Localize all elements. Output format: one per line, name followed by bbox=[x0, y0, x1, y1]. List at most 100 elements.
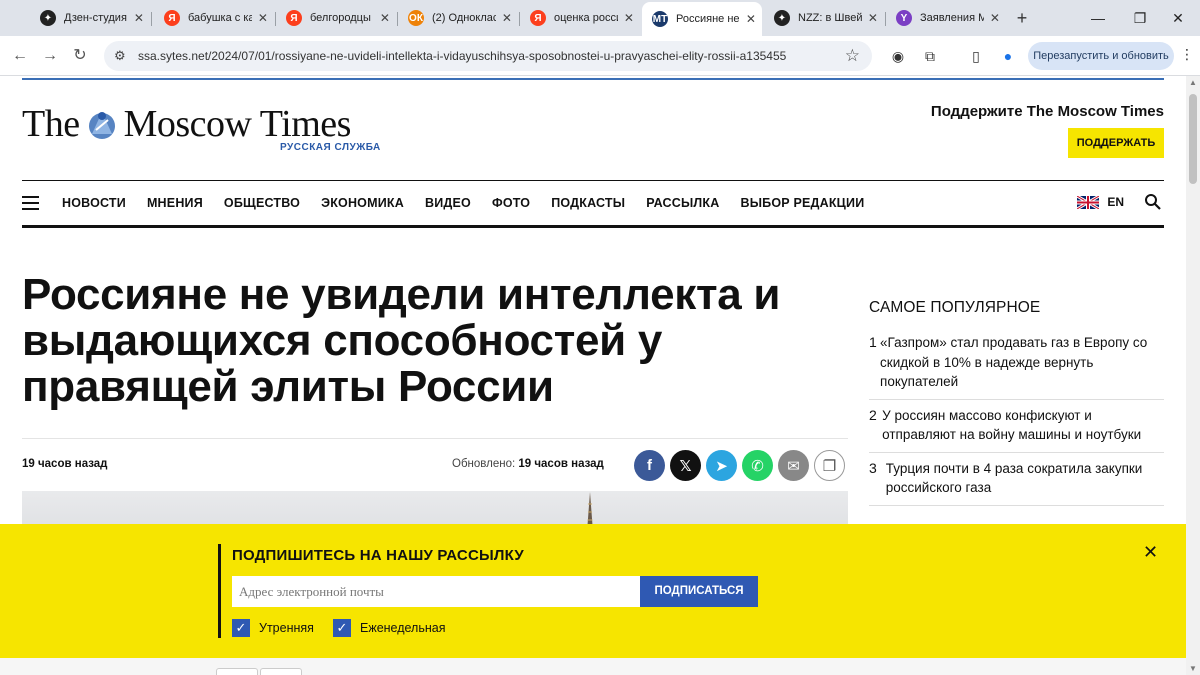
tab-title: Россияне не увидели bbox=[676, 13, 740, 25]
side-panel-icon[interactable]: ▯ bbox=[966, 46, 986, 66]
newsletter-title: ПОДПИШИТЕСЬ НА НАШУ РАССЫЛКУ bbox=[232, 547, 524, 564]
mt-icon: MT bbox=[652, 11, 668, 27]
translate-icon[interactable]: ◉ bbox=[888, 46, 908, 66]
tab-title: оценка россиян bbox=[554, 12, 618, 24]
email-share-icon[interactable]: ✉ bbox=[778, 450, 809, 481]
nav-item[interactable]: ОБЩЕСТВО bbox=[224, 196, 300, 210]
tab-close-icon[interactable]: ✕ bbox=[258, 11, 268, 25]
telegram-share-icon[interactable]: ➤ bbox=[706, 450, 737, 481]
extensions-puzzle-icon[interactable]: ⧉ bbox=[920, 46, 940, 66]
most-popular-sidebar: САМОЕ ПОПУЛЯРНОЕ 1 «Газпром» стал продава… bbox=[869, 299, 1164, 520]
email-input[interactable] bbox=[232, 576, 640, 607]
morning-checkbox[interactable]: ✓ Утренняя bbox=[232, 619, 314, 637]
hamburger-menu-icon[interactable] bbox=[22, 196, 39, 214]
nav-items: НОВОСТИ МНЕНИЯ ОБЩЕСТВО ЭКОНОМИКА ВИДЕО ФОТО П… bbox=[62, 181, 885, 225]
bottom-strip bbox=[0, 658, 1186, 675]
share-buttons: f 𝕏 ➤ ✆ ✉ ❐ bbox=[634, 450, 850, 481]
updated-label: Обновлено: bbox=[452, 458, 516, 470]
url-text[interactable]: ssa.sytes.net/2024/07/01/rossiyane-ne-uv… bbox=[138, 49, 786, 63]
dzen-icon: ✦ bbox=[774, 10, 790, 26]
checkbox-checked-icon[interactable]: ✓ bbox=[333, 619, 351, 637]
search-icon[interactable] bbox=[1144, 193, 1162, 211]
site-info-icon[interactable]: ⚙ bbox=[114, 48, 126, 64]
x-share-icon[interactable]: 𝕏 bbox=[670, 450, 701, 481]
tab-close-icon[interactable]: ✕ bbox=[624, 11, 634, 25]
nav-item[interactable]: РАССЫЛКА bbox=[646, 196, 719, 210]
scrollbar-thumb[interactable] bbox=[1189, 94, 1197, 184]
page-scrollbar[interactable]: ▲ ▼ bbox=[1186, 76, 1200, 675]
list-item[interactable]: 2 У россиян массово конфискуют и отправля… bbox=[869, 400, 1164, 453]
tab-title: NZZ: в Швейцарии bbox=[798, 12, 862, 24]
support-text: Поддержите The Moscow Times bbox=[930, 103, 1164, 120]
address-bar[interactable]: ⚙ ssa.sytes.net/2024/07/01/rossiyane-ne-… bbox=[104, 41, 872, 71]
tab-close-icon[interactable]: ✕ bbox=[868, 11, 878, 25]
browser-tab[interactable]: ОК (2) Одноклассники ✕ bbox=[398, 4, 518, 32]
uk-flag-icon bbox=[1077, 195, 1100, 209]
nav-item[interactable]: МНЕНИЯ bbox=[147, 196, 203, 210]
browser-tab[interactable]: MT Россияне не увидели ✕ bbox=[642, 2, 762, 36]
close-window-icon[interactable]: ✕ bbox=[1168, 8, 1188, 28]
tab-separator bbox=[151, 12, 152, 26]
browser-tab[interactable]: Ябелгородцы ✕ bbox=[276, 4, 396, 32]
list-item-link[interactable]: У россиян массово конфискуют и отправляю… bbox=[882, 406, 1164, 445]
list-item[interactable]: 1 «Газпром» стал продавать газ в Европу с… bbox=[869, 327, 1164, 400]
whatsapp-share-icon[interactable]: ✆ bbox=[742, 450, 773, 481]
new-tab-button[interactable]: + bbox=[1012, 8, 1032, 28]
profile-avatar-icon[interactable]: ● bbox=[998, 46, 1018, 66]
yandex-icon: Я bbox=[286, 10, 302, 26]
most-popular-list: 1 «Газпром» стал продавать газ в Европу с… bbox=[869, 327, 1164, 506]
newsletter-accent-bar bbox=[218, 544, 221, 638]
nav-item[interactable]: ВЫБОР РЕДАКЦИИ bbox=[740, 196, 864, 210]
morning-label: Утренняя bbox=[259, 621, 314, 635]
ok-icon: ОК bbox=[408, 10, 424, 26]
subscribe-button[interactable]: ПОДПИСАТЬСЯ bbox=[640, 576, 758, 607]
list-item-link[interactable]: «Газпром» стал продавать газ в Европу со… bbox=[880, 333, 1164, 392]
nav-item[interactable]: НОВОСТИ bbox=[62, 196, 126, 210]
yandex-icon: Я bbox=[164, 10, 180, 26]
list-item-number: 1 bbox=[869, 334, 877, 350]
restore-window-icon[interactable]: ❐ bbox=[1130, 8, 1150, 28]
tab-close-icon[interactable]: ✕ bbox=[380, 11, 390, 25]
nav-item[interactable]: ЭКОНОМИКА bbox=[321, 196, 404, 210]
language-switch[interactable]: EN bbox=[1077, 195, 1124, 209]
newsletter-banner: ПОДПИШИТЕСЬ НА НАШУ РАССЫЛКУ ПОДПИСАТЬСЯ… bbox=[0, 524, 1186, 658]
top-accent-line bbox=[22, 78, 1164, 80]
scroll-up-arrow-icon[interactable]: ▲ bbox=[1189, 78, 1197, 87]
logo-subtitle: РУССКАЯ СЛУЖБА bbox=[280, 142, 381, 153]
article-headline: Россияне не увидели интеллекта и выдающи… bbox=[22, 270, 781, 411]
facebook-share-icon[interactable]: f bbox=[634, 450, 665, 481]
reload-icon[interactable]: ↻ bbox=[70, 46, 90, 66]
support-button[interactable]: ПОДДЕРЖАТЬ bbox=[1068, 128, 1164, 158]
tab-close-icon[interactable]: ✕ bbox=[990, 11, 1000, 25]
nav-item[interactable]: ВИДЕО bbox=[425, 196, 471, 210]
list-item[interactable]: 3 Турция почти в 4 раза сократила закупки… bbox=[869, 453, 1164, 506]
bookmark-star-icon[interactable]: ☆ bbox=[845, 46, 860, 66]
relaunch-update-button[interactable]: Перезапустить и обновить bbox=[1028, 42, 1174, 70]
weekly-checkbox[interactable]: ✓ Еженедельная bbox=[333, 619, 446, 637]
browser-tab[interactable]: ✦ NZZ: в Швейцарии ✕ bbox=[764, 4, 884, 32]
tab-title: (2) Одноклассники bbox=[432, 12, 496, 24]
tab-close-icon[interactable]: ✕ bbox=[134, 11, 144, 25]
close-icon[interactable]: ✕ bbox=[1143, 542, 1158, 563]
browser-tab[interactable]: ✦ Дзен-студия ✕ bbox=[30, 4, 150, 32]
browser-tab[interactable]: Ябабушка с кабачками ✕ bbox=[154, 4, 274, 32]
moscow-emblem-icon bbox=[88, 112, 115, 139]
checkbox-checked-icon[interactable]: ✓ bbox=[232, 619, 250, 637]
browser-tab[interactable]: Яоценка россиян ✕ bbox=[520, 4, 640, 32]
browser-menu-icon[interactable]: ⋮ bbox=[1180, 46, 1194, 63]
forward-arrow-icon[interactable]: → bbox=[40, 46, 60, 66]
browser-tab[interactable]: Y Заявления МИД ✕ bbox=[886, 4, 1006, 32]
tab-close-icon[interactable]: ✕ bbox=[746, 12, 756, 26]
nav-item[interactable]: ПОДКАСТЫ bbox=[551, 196, 625, 210]
site-logo[interactable]: The Moscow Times РУССКАЯ СЛУЖБА bbox=[22, 102, 380, 153]
logo-text-moscow-times: Moscow Times bbox=[123, 103, 352, 145]
tab-close-icon[interactable]: ✕ bbox=[502, 11, 512, 25]
list-item-link[interactable]: Турция почти в 4 раза сократила закупки … bbox=[886, 459, 1164, 498]
scroll-down-arrow-icon[interactable]: ▼ bbox=[1189, 664, 1197, 673]
nav-item[interactable]: ФОТО bbox=[492, 196, 530, 210]
copy-link-icon[interactable]: ❐ bbox=[814, 450, 845, 481]
minimize-window-icon[interactable]: — bbox=[1088, 8, 1108, 28]
browser-tabstrip: + — ❐ ✕ ✦Дзен-студия✕Ябабушка с кабачкам… bbox=[0, 0, 1200, 36]
back-arrow-icon[interactable]: ← bbox=[10, 46, 30, 66]
weekly-label: Еженедельная bbox=[360, 621, 446, 635]
